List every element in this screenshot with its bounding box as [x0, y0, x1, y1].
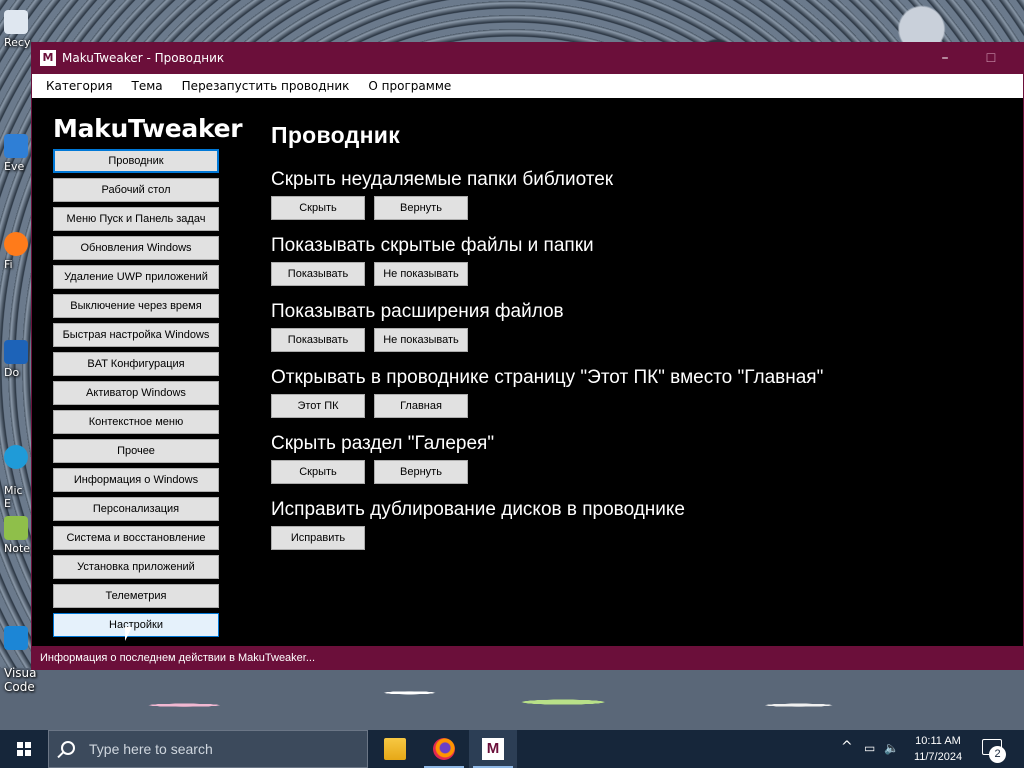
desktop-icon-recycle-bin[interactable]: Recy	[4, 10, 34, 49]
taskbar: Type here to search M ^ ▭ 🔈 10:11 AM 11/…	[0, 730, 1024, 768]
sidebar: Проводник Рабочий стол Меню Пуск и Панел…	[53, 149, 220, 642]
section-title: Показывать скрытые файлы и папки	[271, 235, 594, 256]
content-area: MakuTweaker Проводник Рабочий стол Меню …	[32, 98, 1023, 646]
section-title: Скрыть неудаляемые папки библиотек	[271, 169, 614, 190]
restore-gallery-button[interactable]: Вернуть	[374, 460, 468, 484]
desktop-icon-label: Recy	[4, 36, 31, 49]
sidebar-item-windows-info[interactable]: Информация о Windows	[53, 468, 219, 492]
docker-icon	[4, 340, 28, 364]
sidebar-item-bat-config[interactable]: BAT Конфигурация	[53, 352, 219, 376]
sidebar-item-start-menu[interactable]: Меню Пуск и Панель задач	[53, 207, 219, 231]
app-brand: MakuTweaker	[53, 114, 243, 143]
desktop-icon-label: Eve	[4, 160, 25, 173]
desktop-icon-edge[interactable]: Mic E	[4, 432, 34, 510]
restore-library-folders-button[interactable]: Вернуть	[374, 196, 468, 220]
show-hidden-files-button[interactable]: Показывать	[271, 262, 365, 286]
notepad-icon	[4, 516, 28, 540]
folder-icon	[384, 738, 406, 760]
section-file-extensions: Показывать расширения файлов Показывать …	[271, 301, 991, 352]
fix-duplicate-drives-button[interactable]: Исправить	[271, 526, 365, 550]
recycle-bin-icon	[4, 10, 28, 34]
volume-icon[interactable]: 🔈	[884, 741, 899, 755]
section-gallery: Скрыть раздел "Галерея" Скрыть Вернуть	[271, 433, 991, 484]
menu-category[interactable]: Категория	[46, 79, 113, 93]
sidebar-item-updates[interactable]: Обновления Windows	[53, 236, 219, 260]
app-icon: M	[40, 50, 56, 66]
this-pc-button[interactable]: Этот ПК	[271, 394, 365, 418]
taskbar-firefox[interactable]	[420, 730, 468, 768]
desktop-icon-label: Fi	[4, 258, 13, 271]
desktop-icon-docker[interactable]: Do	[4, 340, 34, 379]
menu-restart-explorer[interactable]: Перезапустить проводник	[182, 79, 350, 93]
clock-date: 11/7/2024	[913, 751, 963, 763]
firefox-icon	[433, 738, 455, 760]
taskbar-file-explorer[interactable]	[371, 730, 419, 768]
vscode-icon	[4, 626, 28, 650]
windows-logo-icon	[17, 742, 31, 756]
section-library-folders: Скрыть неудаляемые папки библиотек Скрыт…	[271, 169, 991, 220]
desktop-icon-firefox[interactable]: Fi	[4, 232, 34, 271]
start-button[interactable]	[0, 730, 48, 768]
menu-theme[interactable]: Тема	[132, 79, 163, 93]
chevron-up-icon[interactable]: ^	[841, 739, 853, 755]
desktop-icon-label: Note	[4, 542, 31, 555]
sidebar-item-quick-setup[interactable]: Быстрая настройка Windows	[53, 323, 219, 347]
sidebar-item-explorer[interactable]: Проводник	[53, 149, 219, 173]
sidebar-item-uwp-removal[interactable]: Удаление UWP приложений	[53, 265, 219, 289]
maximize-button[interactable]: ☐	[968, 43, 1014, 74]
sidebar-item-other[interactable]: Прочее	[53, 439, 219, 463]
page-title: Проводник	[271, 122, 401, 148]
status-bar: Информация о последнем действии в MakuTw…	[32, 646, 1023, 670]
desktop-icon-label: Mic E	[4, 484, 23, 510]
sidebar-item-activator[interactable]: Активатор Windows	[53, 381, 219, 405]
window-title: MakuTweaker - Проводник	[62, 51, 225, 65]
show-extensions-button[interactable]: Показывать	[271, 328, 365, 352]
sidebar-item-settings[interactable]: Настройки	[53, 613, 219, 637]
sidebar-item-shutdown-timer[interactable]: Выключение через время	[53, 294, 219, 318]
titlebar[interactable]: M MakuTweaker - Проводник – ☐	[32, 43, 1023, 74]
menubar: Категория Тема Перезапустить проводник О…	[32, 74, 1023, 98]
sidebar-item-telemetry[interactable]: Телеметрия	[53, 584, 219, 608]
section-start-page: Открывать в проводнике страницу "Этот ПК…	[271, 367, 991, 418]
section-duplicate-drives: Исправить дублирование дисков в проводни…	[271, 499, 991, 550]
search-placeholder: Type here to search	[89, 741, 213, 757]
minimize-button[interactable]: –	[922, 43, 968, 74]
network-icon[interactable]: ▭	[864, 741, 875, 755]
app-shortcut-icon	[4, 134, 28, 158]
sidebar-item-context-menu[interactable]: Контекстное меню	[53, 410, 219, 434]
desktop-icon-notepad[interactable]: Note	[4, 516, 34, 555]
hide-gallery-button[interactable]: Скрыть	[271, 460, 365, 484]
section-title: Открывать в проводнике страницу "Этот ПК…	[271, 367, 824, 388]
search-icon	[61, 741, 75, 755]
clock-time: 10:11 AM	[915, 735, 961, 747]
edge-icon	[4, 445, 28, 469]
notification-badge: 2	[989, 746, 1006, 763]
taskbar-makutweaker[interactable]: M	[469, 730, 517, 768]
desktop-icon-label: Do	[4, 366, 20, 379]
sidebar-item-system-restore[interactable]: Система и восстановление	[53, 526, 219, 550]
sidebar-item-install-apps[interactable]: Установка приложений	[53, 555, 219, 579]
desktop-icon-everything[interactable]: Eve	[4, 134, 34, 173]
section-hidden-files: Показывать скрытые файлы и папки Показыв…	[271, 235, 991, 286]
hide-library-folders-button[interactable]: Скрыть	[271, 196, 365, 220]
makutweaker-icon: M	[482, 738, 504, 760]
taskbar-search[interactable]: Type here to search	[48, 730, 368, 768]
section-title: Исправить дублирование дисков в проводни…	[271, 499, 686, 520]
makutweaker-window: M MakuTweaker - Проводник – ☐ Категория …	[31, 42, 1024, 670]
taskbar-clock[interactable]: 10:11 AM 11/7/2024	[900, 733, 976, 765]
desktop-icon-label: Visua Code	[4, 666, 37, 694]
home-button[interactable]: Главная	[374, 394, 468, 418]
section-title: Скрыть раздел "Галерея"	[271, 433, 495, 454]
desktop-wallpaper-bottom	[0, 668, 1024, 730]
sidebar-item-desktop[interactable]: Рабочий стол	[53, 178, 219, 202]
hide-extensions-button[interactable]: Не показывать	[374, 328, 468, 352]
menu-about[interactable]: О программе	[368, 79, 451, 93]
section-title: Показывать расширения файлов	[271, 301, 564, 322]
hide-hidden-files-button[interactable]: Не показывать	[374, 262, 468, 286]
sidebar-item-personalization[interactable]: Персонализация	[53, 497, 219, 521]
mouse-cursor-icon	[124, 626, 132, 642]
firefox-icon	[4, 232, 28, 256]
